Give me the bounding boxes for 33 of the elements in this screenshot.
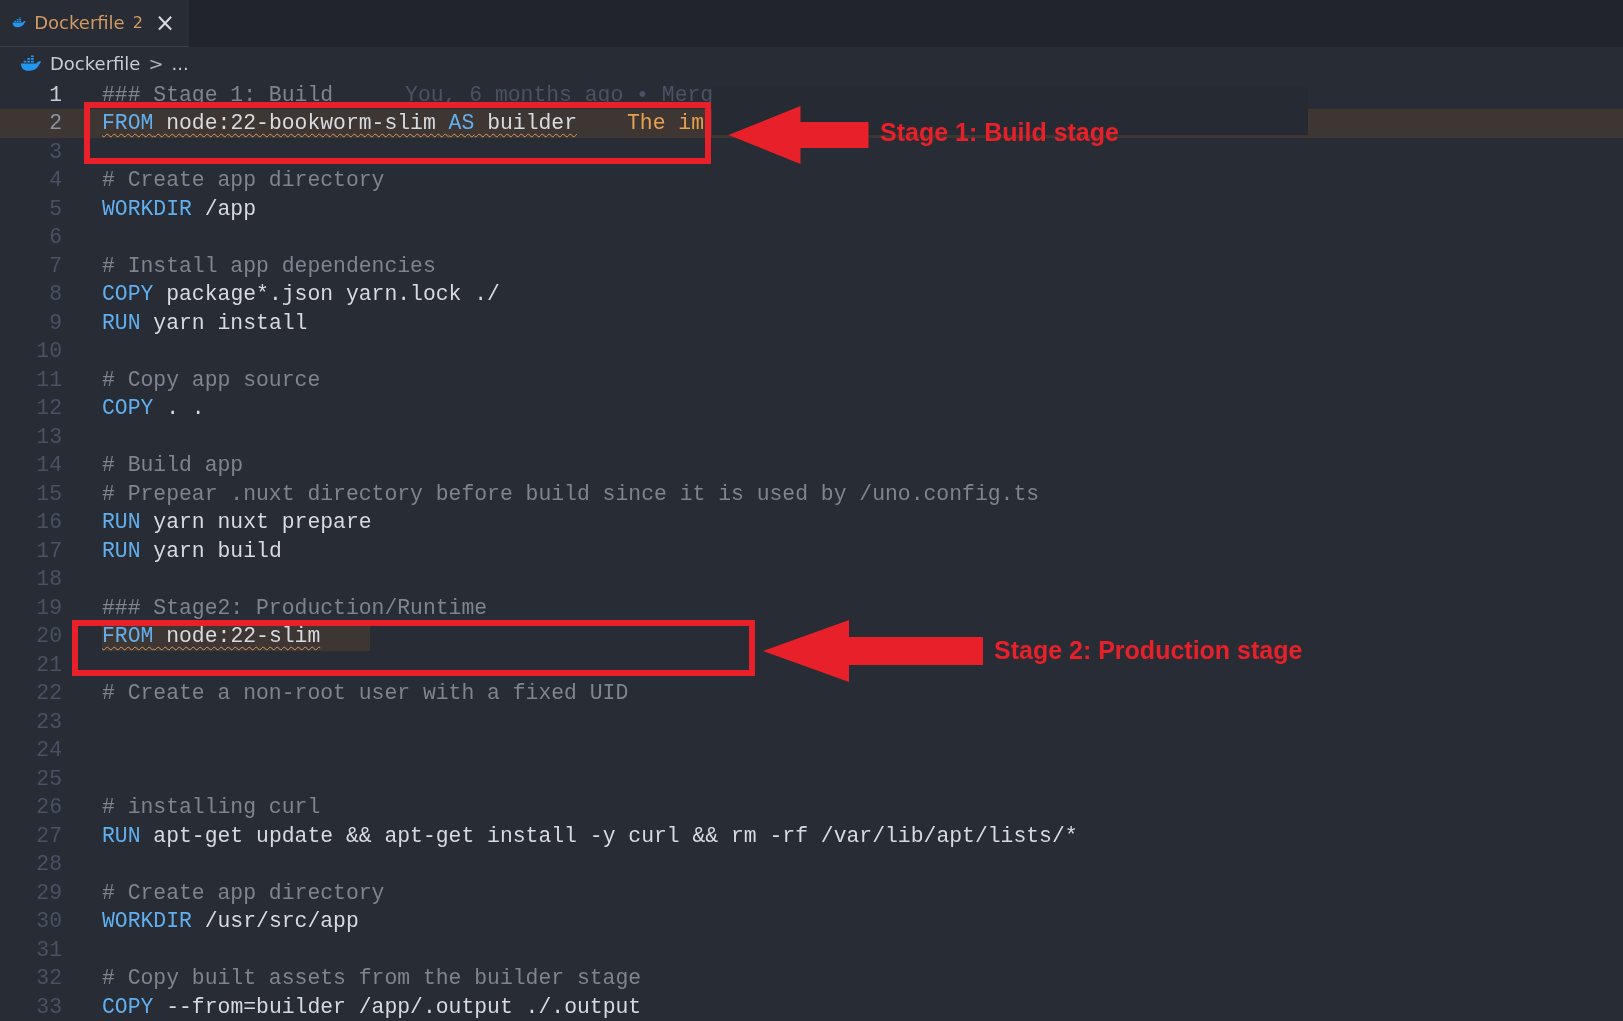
code-line: # Create app directory (102, 879, 385, 907)
code-line: WORKDIR /app (102, 195, 257, 223)
code-line: # Copy app source (102, 366, 321, 394)
breadcrumb-item[interactable]: Dockerfile (50, 53, 141, 75)
code-line: ### Stage2: Production/Runtime (102, 594, 488, 622)
inline-hint: The im (627, 110, 705, 137)
close-button[interactable]: × (154, 8, 175, 37)
whale-icon (20, 55, 42, 73)
breadcrumb-separator: > (148, 53, 164, 75)
annotation-label: Stage 1: Build stage (880, 117, 1119, 147)
code-line: # Create a non-root user with a fixed UID (102, 680, 629, 707)
code-line: # Copy built assets from the builder stage (102, 965, 642, 992)
annotation-label: Stage 2: Production stage (994, 635, 1303, 665)
code-line: COPY . . (102, 395, 205, 422)
code-line: RUN yarn install (102, 309, 308, 337)
code-line: RUN yarn build (102, 537, 282, 565)
arrow-icon (728, 105, 869, 164)
code-line: # Create app directory (102, 167, 385, 194)
code-line: # Install app dependencies (102, 252, 436, 280)
code-line: COPY package*.json yarn.lock ./ (102, 281, 500, 308)
code-line: RUN yarn nuxt prepare (102, 509, 372, 536)
arrow-icon (763, 619, 983, 682)
code-line: # Build app (102, 452, 244, 479)
code-line: FROM node:22-bookworm-slim AS builder (102, 110, 577, 137)
code-line: RUN apt-get update && apt-get install -y curl && rm -rf /var/lib/apt/lists/* (102, 822, 1078, 850)
code-line: COPY --from=builder /app/.output ./.output (102, 993, 642, 1021)
line-number: 2 (48, 110, 63, 137)
editor-tab[interactable]: Dockerfile 2 × (0, 0, 189, 47)
breadcrumb-item[interactable]: ... (171, 53, 189, 75)
code-line: # installing curl (102, 794, 321, 821)
line-number: 1 (48, 81, 63, 109)
code-line: # Prepear .nuxt directory before build since it is used by /uno.config.ts (102, 480, 1040, 508)
code-line: WORKDIR /usr/src/app (102, 908, 359, 935)
